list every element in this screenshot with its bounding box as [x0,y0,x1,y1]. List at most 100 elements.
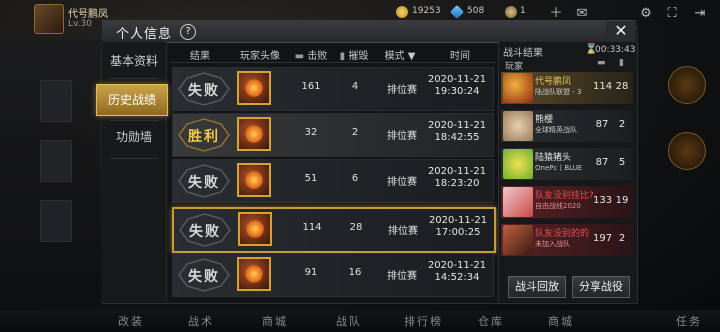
battle-player-deaths: 2 [618,119,626,130]
tab-divider [110,158,158,159]
mode-value: 排位赛 [388,226,418,237]
battle-player-name: 陆猿猪头 [535,153,572,163]
background-slot [40,140,72,182]
player-avatar[interactable] [34,4,64,34]
col-result: 结果 [190,51,210,62]
battle-player-kills: 197 [593,233,613,244]
match-date: 2020-11-21 [427,120,487,131]
destroy-value: 28 [349,222,363,233]
battle-player-deaths: 28 [615,81,629,92]
result-text: 失败 [189,224,221,240]
battle-player-deaths: 2 [618,233,626,244]
battle-replay-button[interactable]: 战斗回放 [508,276,566,298]
deaths-icon: ▮ [619,58,624,68]
tab-basic-info[interactable]: 基本资料 [102,46,166,76]
nav-item[interactable]: 仓库 [478,313,504,329]
player-avatar-frame[interactable] [237,71,271,105]
battle-player-avatar [503,111,533,141]
settings-gear-icon[interactable]: ⚙ [638,6,654,22]
background-slot [40,200,72,242]
nav-item[interactable]: 商城 [548,313,574,329]
share-battle-button[interactable]: 分享战役 [572,276,630,298]
nav-item[interactable]: 商城 [262,313,288,329]
help-icon[interactable]: ? [180,24,196,40]
battle-player-row[interactable]: 队友没别的的 未加入战队 197 2 [501,224,633,256]
history-row[interactable]: 失败 91 16 排位赛 2020-11-21 14:52:34 [172,253,494,297]
gold-coin-icon [396,6,408,18]
match-clock: 18:23:20 [434,178,480,189]
player-avatar-frame[interactable] [237,117,271,151]
event-icon[interactable] [668,66,706,104]
col-time: 时间 [450,51,470,62]
battle-player-kills: 87 [595,157,609,168]
result-text: 胜利 [188,129,220,145]
battle-player-team: 未加入战队 [535,240,570,248]
result-badge: 失败 [177,164,231,198]
ticket-icon [505,6,517,18]
nav-item[interactable]: 排行榜 [404,313,443,329]
mode-value: 排位赛 [387,131,417,142]
battle-result-title: 战斗结果 [503,48,543,59]
kills-value: 161 [301,81,321,92]
avatar-emblem-icon [245,124,263,144]
nav-item[interactable]: 改装 [118,313,144,329]
tank-icon: ▬ [294,51,308,62]
battle-player-row[interactable]: 代号鹏凤 陆战队联盟 - 3 114 28 [501,72,633,104]
player-avatar-frame[interactable] [238,212,272,246]
match-date: 2020-11-21 [427,260,487,271]
background-slot [40,80,72,122]
history-row[interactable]: 失败 114 28 排位赛 2020-11-21 17:00:25 [172,207,496,253]
result-badge: 失败 [177,72,231,106]
destroy-value: 16 [348,267,362,278]
match-date: 2020-11-21 [428,215,488,226]
result-badge: 失败 [178,213,232,247]
match-time: 2020-11-21 17:00:25 [426,215,490,239]
match-clock: 19:30:24 [434,86,480,97]
tab-divider [110,120,158,121]
history-row[interactable]: 胜利 32 2 排位赛 2020-11-21 18:42:55 [172,113,494,157]
col-avatar: 玩家头像 [240,51,280,62]
result-badge: 胜利 [177,118,231,152]
header-divider [170,62,496,63]
battle-player-row[interactable]: 熊樱 全球精英战队 87 2 [501,110,633,142]
fullscreen-icon[interactable]: ⛶ [664,6,680,22]
nav-item[interactable]: 战队 [336,313,362,329]
player-avatar-frame[interactable] [237,163,271,197]
nav-item[interactable]: 任务 [676,313,702,329]
history-row[interactable]: 失败 51 6 排位赛 2020-11-21 18:23:20 [172,159,494,203]
nav-item[interactable]: 战术 [188,313,214,329]
destroy-value: 4 [351,81,359,92]
battle-player-kills: 114 [593,81,613,92]
match-clock: 18:42:55 [434,132,480,143]
exit-icon[interactable]: ⇥ [692,6,708,22]
battle-player-deaths: 19 [615,195,629,206]
tab-honor-wall[interactable]: 功勋墙 [102,122,166,152]
background-right-menu [632,40,720,300]
match-clock: 14:52:34 [434,272,480,283]
history-row[interactable]: 失败 161 4 排位赛 2020-11-21 19:30:24 [172,67,494,111]
kills-value: 32 [304,127,318,138]
destroy-value: 6 [351,173,359,184]
mode-filter-dropdown[interactable]: 模式 ▼ [378,47,422,62]
battle-player-row[interactable]: 队友没别挂比? 自由战线2020 133 19 [501,186,633,218]
battle-duration: 00:33:43 [595,45,636,55]
tab-divider [110,78,158,79]
tab-history[interactable]: 历史战绩 [96,84,168,116]
event-icon[interactable] [668,132,706,170]
battle-player-avatar [503,187,533,217]
battle-player-name: 队友没别挂比? [535,191,594,201]
bottom-nav-bar: 改装 战术 商城 战队 排行榜 仓库 商城 任务 [0,310,720,332]
match-time: 2020-11-21 18:42:55 [425,120,489,144]
match-time: 2020-11-21 14:52:34 [425,260,489,284]
player-avatar-frame[interactable] [237,257,271,291]
battle-player-avatar [503,225,533,255]
col-kills: ▬ 击败 [294,51,328,62]
battle-player-team: 全球精英战队 [535,126,577,134]
battle-player-name: 队友没别的的 [535,229,590,239]
battle-player-kills: 87 [595,119,609,130]
result-text: 失败 [188,175,220,191]
close-button[interactable]: ✕ [606,21,636,41]
side-tabs: 基本资料 历史战绩 功勋墙 [96,42,168,302]
battle-player-row[interactable]: 陆猿猪头 OnePc丨BLUE 87 5 [501,148,633,180]
kills-value: 114 [302,222,322,233]
